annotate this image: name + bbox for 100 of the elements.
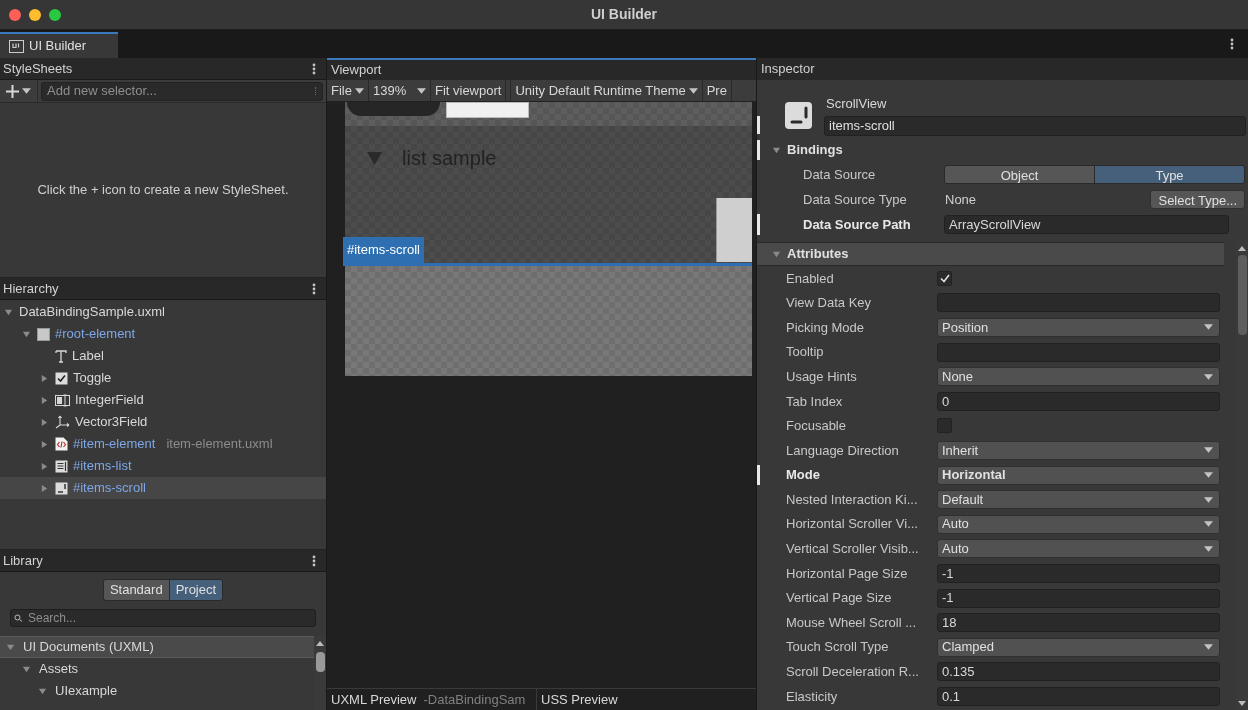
section-header[interactable]: Attributes bbox=[757, 242, 1224, 266]
disclosure-arrow-icon[interactable] bbox=[772, 145, 781, 155]
more-options-icon[interactable] bbox=[312, 554, 316, 567]
selection-label[interactable]: #items-scroll bbox=[343, 237, 424, 263]
disclosure-arrow-icon[interactable] bbox=[4, 307, 13, 317]
element-type: ScrollView bbox=[825, 95, 888, 113]
dropdown[interactable]: Inherit bbox=[937, 440, 1220, 460]
more-options-icon[interactable] bbox=[312, 62, 316, 75]
override-indicator bbox=[757, 214, 760, 235]
toolbar-menu[interactable]: File bbox=[327, 80, 369, 101]
scrollbar-thumb[interactable] bbox=[1237, 255, 1247, 335]
segment-option[interactable]: Type bbox=[1095, 166, 1244, 183]
text-field[interactable]: 0.1 bbox=[937, 686, 1220, 706]
preview-tab[interactable]: UXML Preview -DataBindingSam bbox=[327, 689, 537, 710]
text-field[interactable]: -1 bbox=[937, 588, 1220, 608]
toolbar-button[interactable]: Pre bbox=[702, 80, 732, 101]
dropdown[interactable]: None bbox=[937, 367, 1220, 387]
minimize-window-icon[interactable] bbox=[29, 8, 41, 21]
disclosure-arrow-icon[interactable] bbox=[40, 417, 49, 427]
hierarchy-item[interactable]: DataBindingSample.uxml bbox=[0, 301, 326, 323]
segment-option[interactable]: Object bbox=[945, 166, 1095, 183]
library-tab[interactable]: Standard bbox=[103, 580, 170, 600]
more-options-icon[interactable] bbox=[1230, 38, 1234, 50]
disclosure-arrow-icon[interactable] bbox=[22, 664, 31, 674]
element-name: Label bbox=[72, 347, 104, 366]
zoom-dropdown[interactable]: 139% bbox=[368, 80, 431, 101]
disclosure-arrow-icon[interactable] bbox=[6, 642, 15, 652]
dropdown[interactable]: Clamped bbox=[937, 637, 1220, 657]
dropdown-arrow-icon bbox=[416, 87, 426, 94]
section-header[interactable]: Bindings bbox=[757, 138, 1245, 162]
hierarchy-item[interactable]: #root-element bbox=[0, 323, 326, 345]
axes-icon bbox=[55, 415, 70, 429]
select-type-button[interactable]: Select Type... bbox=[1150, 190, 1245, 209]
hierarchy-item[interactable]: #items-scroll bbox=[0, 477, 326, 499]
category-header[interactable]: UI Documents (UXML) bbox=[0, 636, 314, 658]
disclosure-arrow-icon[interactable] bbox=[40, 395, 49, 405]
property-label: Data Source Path bbox=[802, 215, 912, 234]
dropdown-arrow-icon bbox=[354, 87, 364, 94]
hierarchy-item[interactable]: Vector3Field bbox=[0, 411, 326, 433]
dropdown-arrow-icon bbox=[1204, 324, 1213, 331]
text-icon bbox=[55, 349, 67, 363]
more-options-icon[interactable] bbox=[312, 282, 316, 295]
maximize-window-icon[interactable] bbox=[49, 8, 61, 21]
scroll-down-arrow-icon[interactable] bbox=[1238, 701, 1246, 706]
library-item[interactable]: Assets bbox=[0, 658, 314, 680]
window-title: UI Builder bbox=[590, 5, 658, 24]
dropdown[interactable]: Horizontal bbox=[937, 465, 1220, 485]
hierarchy-item[interactable]: IntegerField bbox=[0, 389, 326, 411]
dropdown[interactable]: Auto bbox=[937, 539, 1220, 559]
hierarchy-item[interactable]: Toggle bbox=[0, 367, 326, 389]
property-label: Data Source Type bbox=[802, 190, 908, 209]
disclosure-arrow-icon[interactable] bbox=[40, 461, 49, 471]
checkbox[interactable] bbox=[937, 270, 952, 286]
text-field[interactable]: 0 bbox=[937, 391, 1220, 411]
scroll-up-arrow-icon[interactable] bbox=[1238, 246, 1246, 251]
element-name: #item-element bbox=[73, 435, 156, 454]
search-field[interactable]: Search... bbox=[10, 609, 316, 627]
library-item[interactable]: UIexample bbox=[0, 680, 314, 702]
text-field[interactable]: 0.135 bbox=[937, 662, 1220, 682]
library-tab[interactable]: Project bbox=[169, 580, 223, 600]
dropdown-arrow-icon bbox=[22, 88, 31, 94]
hierarchy-item[interactable]: Label bbox=[0, 345, 326, 367]
element-name-field[interactable]: items-scroll bbox=[824, 116, 1246, 136]
window-tab[interactable]: UI Builder bbox=[0, 32, 118, 58]
property-label: Data Source bbox=[802, 165, 877, 184]
number-field-icon bbox=[55, 393, 70, 407]
property-label: Touch Scroll Type bbox=[785, 638, 890, 657]
toolbar-menu[interactable]: Unity Default Runtime Theme bbox=[510, 80, 703, 101]
text-field[interactable]: 18 bbox=[937, 613, 1220, 633]
preview-tab[interactable]: USS Preview bbox=[537, 689, 756, 710]
scroll-up-arrow-icon[interactable] bbox=[316, 641, 324, 646]
element-name: DataBindingSample.uxml bbox=[19, 303, 165, 322]
property-label: Enabled bbox=[785, 269, 835, 288]
dropdown[interactable]: Default bbox=[937, 490, 1220, 510]
hierarchy-item[interactable]: #items-list bbox=[0, 455, 326, 477]
panel-title: StyleSheets bbox=[3, 59, 73, 78]
checkmark-icon bbox=[939, 273, 950, 283]
close-window-icon[interactable] bbox=[9, 8, 21, 21]
disclosure-arrow-icon[interactable] bbox=[22, 329, 31, 339]
scroll-view-icon bbox=[785, 102, 812, 129]
disclosure-arrow-icon[interactable] bbox=[40, 373, 49, 383]
toolbar-button[interactable]: Fit viewport bbox=[430, 80, 507, 101]
property-label: Focusable bbox=[785, 417, 847, 436]
text-field[interactable]: -1 bbox=[937, 563, 1220, 583]
dropdown-arrow-icon bbox=[1204, 521, 1213, 528]
selector-field[interactable]: Add new selector... bbox=[41, 81, 323, 101]
element-name: #root-element bbox=[55, 325, 136, 344]
section-title: Attributes bbox=[787, 245, 849, 264]
disclosure-arrow-icon[interactable] bbox=[40, 483, 49, 493]
disclosure-arrow-icon[interactable] bbox=[38, 686, 47, 696]
hierarchy-item[interactable]: #item-element item-element.uxml bbox=[0, 433, 326, 455]
text-field[interactable]: ArrayScrollView bbox=[944, 215, 1229, 234]
scrollbar-thumb[interactable] bbox=[315, 652, 325, 672]
disclosure-arrow-icon[interactable] bbox=[40, 439, 49, 449]
property-label: Language Direction bbox=[785, 441, 900, 460]
dropdown[interactable]: Position bbox=[937, 318, 1220, 337]
property-label: Mode bbox=[785, 466, 821, 485]
square-icon bbox=[37, 327, 50, 341]
disclosure-arrow-icon[interactable] bbox=[772, 249, 781, 259]
dropdown[interactable]: Auto bbox=[937, 514, 1220, 534]
